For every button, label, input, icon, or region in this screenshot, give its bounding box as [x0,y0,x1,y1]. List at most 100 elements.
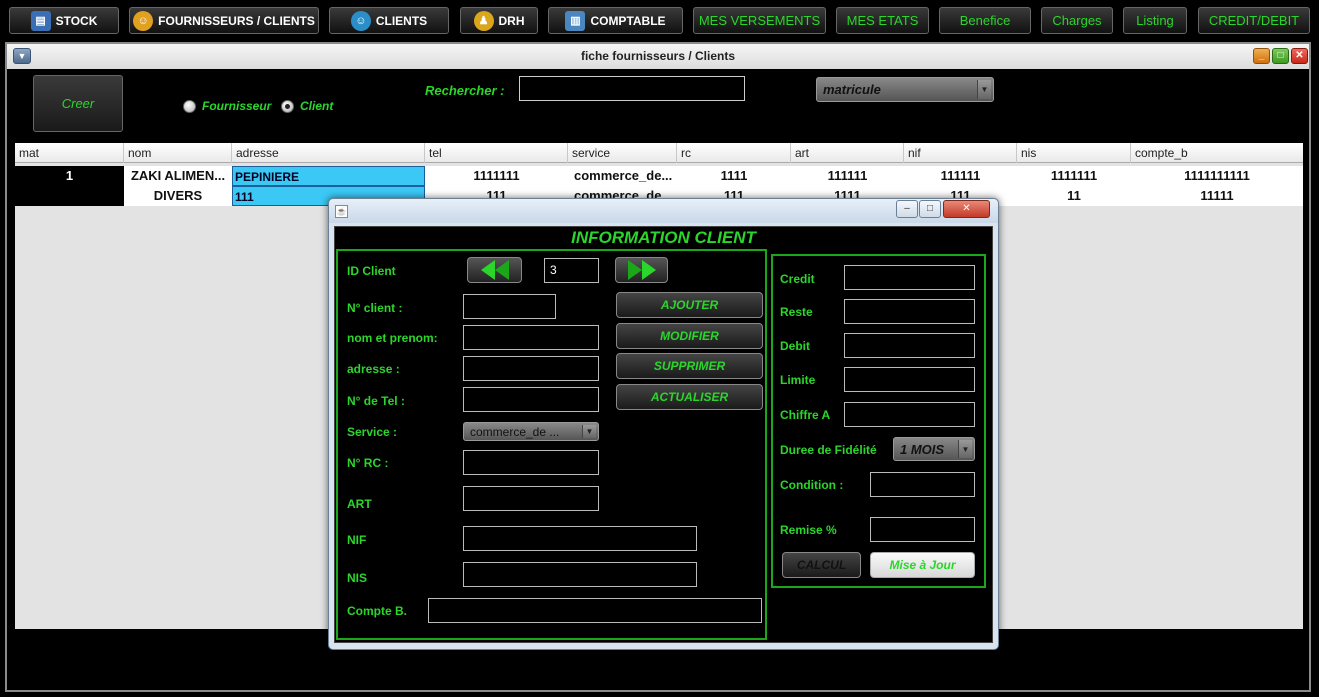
radio-client-label: Client [300,99,334,113]
cell-adresse[interactable]: PEPINIERE [232,166,425,186]
arrow-right-icon [627,260,656,280]
radio-fournisseur[interactable]: Fournisseur [183,99,272,113]
col-compte-b[interactable]: compte_b [1131,143,1303,163]
col-nif[interactable]: nif [904,143,1017,163]
nav-clients-button[interactable]: ☺ CLIENTS [329,7,449,34]
adresse-label: adresse : [347,362,400,376]
nav-stock-button[interactable]: ▤ STOCK [9,7,119,34]
compte-b-input[interactable] [428,598,762,623]
next-button[interactable] [615,257,668,283]
actualiser-button[interactable]: ACTUALISER [616,384,763,410]
nav-mes-versements-button[interactable]: MES VERSEMENTS [693,7,826,34]
nif-input[interactable] [463,526,697,551]
service-select[interactable]: commerce_de ... ▼ [463,422,599,441]
nom-prenom-input[interactable] [463,325,599,350]
minimize-icon[interactable]: _ [1253,48,1270,64]
dialog-close-icon[interactable]: ✕ [943,200,990,218]
nav-comptable-button[interactable]: ▥ COMPTABLE [548,7,683,34]
chiffre-a-label: Chiffre A [780,408,831,422]
debit-input[interactable] [844,333,975,358]
nav-stock-label: STOCK [55,13,98,28]
credit-input[interactable] [844,265,975,290]
col-art[interactable]: art [791,143,904,163]
col-adresse[interactable]: adresse [232,143,425,163]
close-icon[interactable]: ✕ [1291,48,1308,64]
ajouter-button[interactable]: AJOUTER [616,292,763,318]
search-field-combo[interactable]: matricule ▼ [816,77,994,102]
duree-fidelite-select[interactable]: 1 MOIS ▼ [893,437,975,461]
cell-nif[interactable]: 111111 [904,166,1017,186]
ledger-icon: ▥ [565,10,586,31]
cell-nom[interactable]: ZAKI ALIMEN... [124,166,232,186]
cell-nom[interactable]: DIVERS [124,186,232,206]
mise-a-jour-button[interactable]: Mise à Jour [870,552,975,578]
reste-input[interactable] [844,299,975,324]
nis-input[interactable] [463,562,697,587]
num-client-input[interactable] [463,294,556,319]
credit-label: Credit [780,272,815,286]
radio-client[interactable]: Client [281,99,333,113]
cell-compte-b[interactable]: 1111111111 [1131,166,1303,186]
top-navigation-bar: ▤ STOCK ☺ FOURNISSEURS / CLIENTS ☺ CLIEN… [0,0,1319,40]
chiffre-a-input[interactable] [844,402,975,427]
cell-rc[interactable]: 1111 [677,166,791,186]
nav-benefice-button[interactable]: Benefice [939,7,1031,34]
modifier-button[interactable]: MODIFIER [616,323,763,349]
information-client-dialog: ☕ – □ ✕ INFORMATION CLIENT ID Client 3 N… [328,198,999,650]
col-tel[interactable]: tel [425,143,568,163]
col-service[interactable]: service [568,143,677,163]
tel-label: N° de Tel : [347,394,405,408]
art-input[interactable] [463,486,599,511]
col-rc[interactable]: rc [677,143,791,163]
maximize-icon[interactable]: □ [1272,48,1289,64]
mise-a-jour-label: Mise à Jour [889,558,956,572]
cell-mat[interactable] [15,186,124,206]
tel-input[interactable] [463,387,599,412]
adresse-input[interactable] [463,356,599,381]
limite-label: Limite [780,373,816,387]
nav-mes-etats-button[interactable]: MES ETATS [836,7,929,34]
creer-button[interactable]: Creer [33,75,123,132]
nav-listing-button[interactable]: Listing [1123,7,1187,34]
remise-input[interactable] [870,517,975,542]
creer-label: Creer [61,96,95,111]
supprimer-button[interactable]: SUPPRIMER [616,353,763,379]
id-client-input[interactable]: 3 [544,258,599,283]
nav-charges-label: Charges [1052,13,1102,28]
limite-input[interactable] [844,367,975,392]
condition-input[interactable] [870,472,975,497]
dialog-minimize-icon[interactable]: – [896,200,918,218]
nav-charges-button[interactable]: Charges [1041,7,1113,34]
nav-comptable-label: COMPTABLE [590,13,666,28]
cell-mat[interactable]: 1 [15,166,124,186]
supprimer-label: SUPPRIMER [653,359,726,373]
nav-credit-debit-button[interactable]: CREDIT/DEBIT [1198,7,1310,34]
cell-service[interactable]: commerce_de... [568,166,677,186]
col-nom[interactable]: nom [124,143,232,163]
actualiser-label: ACTUALISER [650,390,729,404]
table-row[interactable]: 1 ZAKI ALIMEN... PEPINIERE 1111111 comme… [15,166,1303,186]
nav-fournisseurs-clients-button[interactable]: ☺ FOURNISSEURS / CLIENTS [129,7,319,34]
cell-art[interactable]: 111111 [791,166,904,186]
dialog-maximize-icon[interactable]: □ [919,200,941,218]
cell-compte-b[interactable]: 11111 [1131,186,1303,206]
previous-button[interactable] [467,257,522,283]
client-icon: ☺ [350,10,371,31]
compte-b-label: Compte B. [347,604,407,618]
duree-fidelite-label: Duree de Fidélité [780,443,877,457]
nom-prenom-label: nom et prenom: [347,331,438,345]
ajouter-label: AJOUTER [660,298,719,312]
window-menu-icon[interactable]: ▼ [13,48,31,64]
nav-drh-button[interactable]: ♟ DRH [460,7,538,34]
rc-input[interactable] [463,450,599,475]
cell-nis[interactable]: 11 [1017,186,1131,206]
nav-benefice-label: Benefice [959,13,1011,28]
col-nis[interactable]: nis [1017,143,1131,163]
col-mat[interactable]: mat [15,143,124,163]
radio-fournisseur-dot[interactable] [183,99,196,113]
search-input[interactable] [519,76,745,101]
cell-nis[interactable]: 1111111 [1017,166,1131,186]
cell-tel[interactable]: 1111111 [425,166,568,186]
calcul-button[interactable]: CALCUL [782,552,861,578]
radio-client-dot[interactable] [281,99,294,113]
